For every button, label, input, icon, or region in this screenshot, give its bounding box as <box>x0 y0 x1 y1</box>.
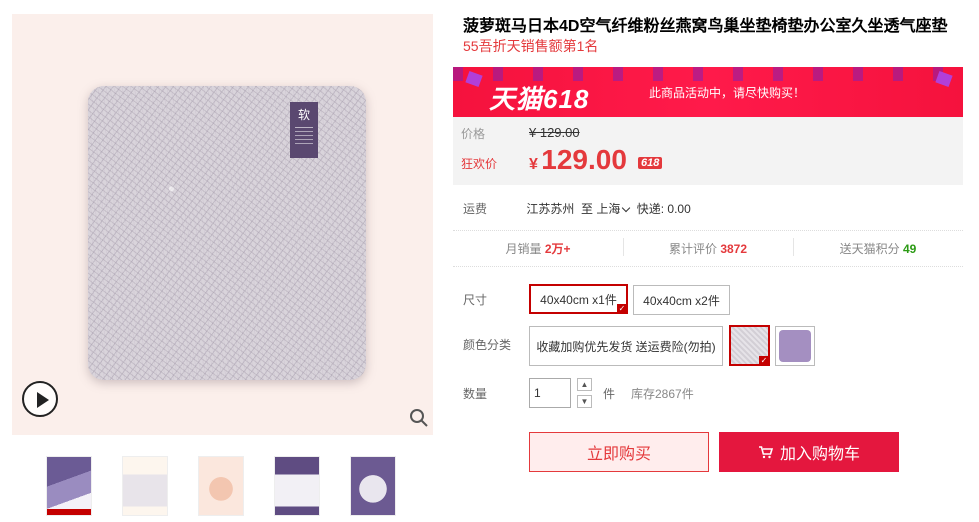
price-area: 价格 ¥ 129.00 狂欢价 ¥ 129.00 618 <box>453 117 963 185</box>
chevron-down-icon <box>622 203 631 213</box>
add-to-cart-label: 加入购物车 <box>779 446 860 463</box>
shipping-origin: 江苏苏州 <box>526 202 575 216</box>
promo-price-label: 狂欢价 <box>461 157 498 171</box>
color-option-white[interactable] <box>729 325 770 366</box>
destination-selector[interactable]: 上海 <box>596 202 633 216</box>
product-title: 菠萝斑马日本4D空气纤维粉丝燕窝鸟巢坐垫椅垫办公室久坐透气座垫 <box>463 18 948 35</box>
price-label: 价格 <box>461 127 486 141</box>
original-price: ¥ 129.00 <box>529 125 580 140</box>
tmall-618-banner: 天猫618 此商品活动中，请尽快购买！ <box>453 67 963 117</box>
cushion-image <box>88 86 366 380</box>
purple-swatch <box>779 330 811 362</box>
quantity-decrease-button[interactable]: ▼ <box>577 395 592 408</box>
thumbnail-strip <box>46 456 396 516</box>
thumbnail-3[interactable] <box>198 456 244 516</box>
shipping-to: 至 <box>581 202 594 216</box>
stats-bar: 月销量 2万+ 累计评价 3872 送天猫积分 49 <box>453 230 963 267</box>
play-video-button[interactable] <box>22 381 58 417</box>
size-option-2[interactable]: 40x40cm x2件 <box>633 285 730 315</box>
size-label: 尺寸 <box>463 293 488 307</box>
promo-text: 此商品活动中，请尽快购买！ <box>649 86 806 100</box>
shipping-fee: 快递: 0.00 <box>636 202 691 216</box>
quantity-unit: 件 <box>603 387 616 401</box>
gift-box-icon <box>935 70 953 88</box>
thumbnail-4[interactable] <box>274 456 320 516</box>
tmall-618-logo: 天猫618 <box>489 84 590 114</box>
buy-now-button[interactable]: 立即购买 <box>529 432 709 472</box>
quantity-label: 数量 <box>463 387 488 401</box>
thumbnail-5[interactable] <box>350 456 396 516</box>
shipping-label: 运费 <box>463 202 488 216</box>
promo-price: ¥ 129.00 <box>529 144 627 176</box>
size-option-1[interactable]: 40x40cm x1件 <box>529 284 628 314</box>
quantity-increase-button[interactable]: ▲ <box>577 378 592 391</box>
color-label: 颜色分类 <box>463 338 512 352</box>
color-option-purple[interactable] <box>775 326 815 366</box>
product-tag-text: 软 <box>297 108 310 122</box>
monthly-sales: 月销量 2万+ <box>505 242 571 256</box>
cart-icon <box>758 446 774 459</box>
tmall-points: 送天猫积分 49 <box>793 238 963 257</box>
stock-count: 库存2867件 <box>631 387 694 401</box>
618-badge: 618 <box>638 157 663 169</box>
promo-price-value: 129.00 <box>541 144 627 175</box>
thumbnail-2[interactable] <box>122 456 168 516</box>
thumbnail-1[interactable] <box>46 456 92 516</box>
quantity-input[interactable] <box>529 378 571 408</box>
cumulative-reviews[interactable]: 累计评价 3872 <box>623 238 793 257</box>
gift-box-icon <box>465 70 483 88</box>
product-subtitle[interactable]: 55吾折天销售额第1名 <box>463 36 598 56</box>
shipping-row: 运费 江苏苏州 至 上海 快递: 0.00 <box>463 200 691 217</box>
add-to-cart-button[interactable]: 加入购物车 <box>719 432 899 472</box>
zoom-icon[interactable] <box>406 405 432 431</box>
color-option-text[interactable]: 收藏加购优先发货 送运费险(勿拍) <box>529 326 723 366</box>
main-product-image[interactable]: 软 <box>12 14 433 435</box>
product-tag: 软 <box>290 102 318 158</box>
currency-symbol: ¥ <box>529 156 538 173</box>
